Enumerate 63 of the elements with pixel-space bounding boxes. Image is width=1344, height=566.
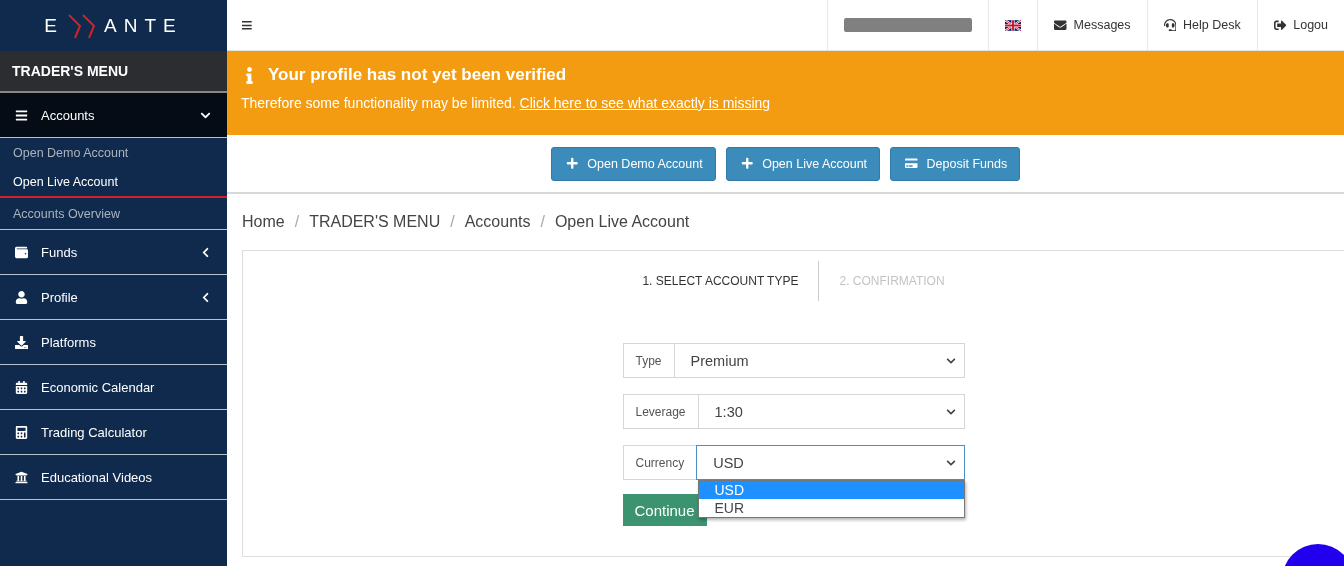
sidebar-item-label: Platforms [41, 334, 97, 350]
menu-icon[interactable]: ≡ [227, 0, 828, 50]
step-label: 2. CONFIRMATION [818, 261, 965, 301]
field-label: Currency [622, 445, 697, 480]
topbar-link[interactable]: Messages [1037, 0, 1147, 50]
action-button[interactable]: Open Demo Account [550, 146, 716, 181]
breadcrumb-separator: / [450, 213, 455, 231]
logo-text: ANTE [104, 14, 183, 37]
caret-icon [945, 406, 956, 417]
list-icon [15, 108, 28, 122]
sidebar-item-label: Educational Videos [41, 469, 154, 485]
submenu-item[interactable]: Open Live Account [0, 168, 227, 198]
download-icon [15, 335, 28, 349]
select-field[interactable]: Premium [673, 343, 965, 378]
sidebar-item-label: Economic Calendar [41, 379, 156, 395]
sidebar-item[interactable]: Accounts [0, 93, 227, 138]
envelope-icon [1054, 18, 1067, 32]
sidebar-item-label: Trading Calculator [41, 424, 148, 440]
plus-icon [740, 157, 754, 170]
sidebar-heading: TRADER'S MENU [0, 51, 227, 93]
topbar-link[interactable]: Logou [1256, 0, 1344, 50]
headset-icon [1163, 18, 1177, 32]
caret-icon [945, 457, 956, 468]
continue-button[interactable]: Continue [622, 494, 707, 526]
topbar-link[interactable]: Help Desk [1146, 0, 1257, 50]
caret-icon [945, 355, 956, 366]
breadcrumb-separator: / [540, 213, 545, 231]
select-field[interactable]: USD [696, 445, 965, 480]
banner-text: Therefore some functionality may be limited. Click here to see what exactly is missing [241, 95, 772, 111]
sidebar-item[interactable]: Economic Calendar [0, 365, 227, 410]
submenu-item[interactable]: Accounts Overview [0, 198, 227, 230]
banner-title: Your profile has not yet been verified [268, 65, 567, 85]
breadcrumb-link[interactable]: Open Live Account [554, 213, 690, 231]
step-label: 1. SELECT ACCOUNT TYPE [641, 273, 800, 290]
wallet-icon [15, 245, 28, 259]
sidebar-item-label: Funds [41, 244, 79, 260]
sidebar-item-label: Profile [41, 289, 79, 305]
sidebar-item[interactable]: Funds [0, 230, 227, 275]
field-label: Leverage [622, 394, 698, 429]
bank-icon [15, 470, 28, 484]
plus-icon [565, 157, 579, 170]
breadcrumb-link[interactable]: TRADER'S MENU [309, 213, 441, 231]
sidebar-item[interactable]: Educational Videos [0, 455, 227, 500]
breadcrumb-link[interactable]: Home [242, 213, 285, 231]
breadcrumb-separator: / [294, 213, 300, 231]
select-field[interactable]: 1:30 [697, 394, 965, 429]
flag-icon[interactable] [1005, 19, 1022, 31]
credit-card-icon [905, 157, 918, 170]
action-button[interactable]: Deposit Funds [890, 146, 1021, 181]
user-icon [15, 290, 28, 304]
sidebar-item[interactable]: Profile [0, 275, 227, 320]
calendar-icon [15, 380, 28, 394]
breadcrumb-link[interactable]: Accounts [464, 213, 531, 231]
submenu-item[interactable]: Open Demo Account [0, 138, 227, 168]
sidebar-item-label: Accounts [41, 107, 96, 123]
action-button[interactable]: Open Live Account [725, 146, 881, 181]
logout-icon [1273, 18, 1287, 32]
field-label: Type [622, 343, 674, 378]
sidebar-item[interactable]: Trading Calculator [0, 410, 227, 455]
calculator-icon [15, 425, 28, 439]
sidebar-item[interactable]: Platforms [0, 320, 227, 365]
dropdown-option[interactable]: EUR [698, 499, 964, 517]
logo-text: E [44, 14, 64, 37]
